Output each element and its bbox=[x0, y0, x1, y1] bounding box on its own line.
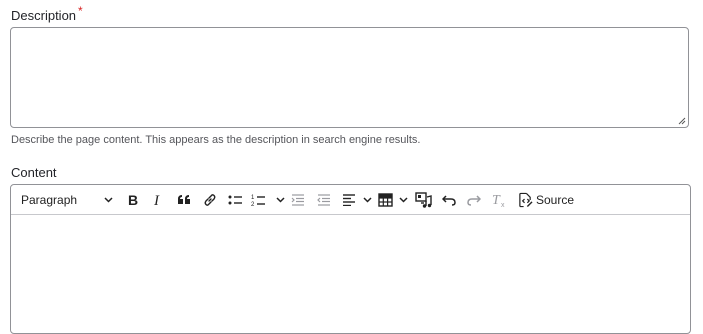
bold-icon: B bbox=[128, 193, 138, 207]
source-icon bbox=[519, 192, 533, 207]
undo-button[interactable] bbox=[440, 185, 458, 214]
blockquote-icon bbox=[178, 194, 190, 204]
bulleted-list-button[interactable] bbox=[226, 185, 244, 214]
svg-text:x: x bbox=[501, 202, 505, 208]
svg-text:B: B bbox=[128, 193, 138, 207]
source-button[interactable]: Source bbox=[518, 185, 574, 214]
description-label: Description * bbox=[11, 4, 83, 23]
content-editor: Paragraph B I 12 T x Source bbox=[10, 184, 691, 334]
svg-text:I: I bbox=[153, 193, 160, 207]
source-label: Source bbox=[535, 192, 574, 207]
required-marker: * bbox=[78, 4, 83, 18]
chevron-down-icon[interactable] bbox=[276, 196, 285, 203]
blockquote-button[interactable] bbox=[175, 185, 193, 214]
numbered-list-icon: 12 bbox=[251, 195, 265, 207]
svg-text:1: 1 bbox=[251, 195, 255, 201]
undo-icon bbox=[442, 194, 456, 206]
link-button[interactable] bbox=[201, 185, 219, 214]
chevron-down-icon[interactable] bbox=[399, 196, 408, 203]
italic-icon: I bbox=[153, 193, 160, 207]
description-label-text: Description bbox=[11, 8, 77, 23]
heading-select[interactable]: Paragraph bbox=[15, 185, 119, 214]
redo-button[interactable] bbox=[465, 185, 483, 214]
table-button[interactable] bbox=[378, 185, 408, 214]
indent-icon bbox=[317, 193, 330, 206]
chevron-down-icon bbox=[104, 196, 113, 203]
content-label: Content bbox=[11, 165, 57, 180]
heading-select-value: Paragraph bbox=[21, 192, 78, 207]
italic-button[interactable]: I bbox=[150, 185, 166, 214]
link-icon bbox=[204, 193, 216, 206]
chevron-down-icon[interactable] bbox=[363, 196, 372, 203]
remove-format-button[interactable]: Tx bbox=[490, 185, 508, 214]
outdent-button[interactable] bbox=[290, 185, 306, 214]
description-textarea[interactable] bbox=[10, 27, 689, 128]
svg-text:2: 2 bbox=[251, 202, 255, 207]
bulleted-list-icon bbox=[228, 195, 242, 204]
alignment-button[interactable] bbox=[342, 185, 372, 214]
media-icon bbox=[414, 191, 432, 208]
align-icon bbox=[343, 193, 355, 206]
table-icon bbox=[378, 192, 393, 207]
remove-format-icon: Tx bbox=[492, 193, 505, 208]
svg-text:T: T bbox=[492, 193, 501, 208]
media-button[interactable] bbox=[414, 185, 432, 214]
indent-button[interactable] bbox=[316, 185, 332, 214]
description-help-text: Describe the page content. This appears … bbox=[11, 134, 421, 146]
content-editable-area[interactable] bbox=[11, 215, 690, 333]
outdent-icon bbox=[291, 193, 304, 206]
bold-button[interactable]: B bbox=[125, 185, 141, 214]
resize-handle-icon[interactable] bbox=[678, 117, 686, 125]
redo-icon bbox=[467, 194, 481, 206]
editor-toolbar: Paragraph B I 12 T x Source bbox=[11, 185, 690, 215]
numbered-list-button[interactable]: 12 bbox=[251, 185, 285, 214]
